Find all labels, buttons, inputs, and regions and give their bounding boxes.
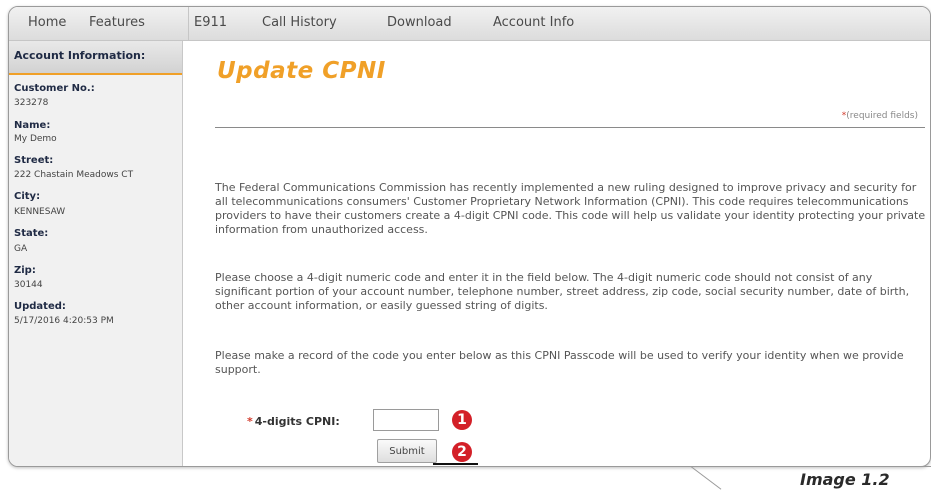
city-label: City: [14, 191, 41, 202]
cpni-required-star: * [247, 415, 253, 428]
customer-no-value: 323278 [14, 98, 49, 108]
caption-slant-line [690, 466, 722, 490]
nav-divider [188, 7, 189, 40]
underline-accent [433, 463, 478, 465]
callout-marker-1: 1 [452, 410, 472, 430]
required-fields-note: *(required fields) [842, 111, 918, 121]
zip-label: Zip: [14, 265, 36, 276]
required-note-text: (required fields) [846, 111, 918, 121]
state-value: GA [14, 244, 28, 254]
nav-features[interactable]: Features [89, 15, 145, 30]
customer-no-label: Customer No.: [14, 83, 95, 94]
nav-download[interactable]: Download [387, 15, 452, 30]
city-value: KENNESAW [14, 207, 66, 217]
app-window: Home Features E911 Call History Download… [8, 6, 931, 467]
page-title: Update CPNI [217, 58, 386, 84]
code-rules-paragraph: Please choose a 4-digit numeric code and… [215, 271, 910, 312]
updated-label: Updated: [14, 301, 66, 312]
fcc-intro-paragraph: The Federal Communications Commission ha… [215, 181, 926, 236]
sidebar-heading: Account Information: [14, 49, 146, 62]
nav-account-info[interactable]: Account Info [493, 15, 574, 30]
nav-e911[interactable]: E911 [194, 15, 227, 30]
callout-marker-2: 2 [452, 442, 472, 462]
name-label: Name: [14, 120, 51, 131]
name-value: My Demo [14, 134, 57, 144]
street-label: Street: [14, 155, 54, 166]
zip-value: 30144 [14, 280, 43, 290]
state-label: State: [14, 228, 49, 239]
figure-caption: Image 1.2 [800, 470, 890, 489]
sidebar-header: Account Information: [9, 41, 182, 75]
submit-button[interactable]: Submit [377, 439, 437, 463]
cpni-label-text: 4-digits CPNI: [254, 415, 340, 428]
cpni-field-label: * 4-digits CPNI: [247, 415, 340, 428]
caption-rule [694, 466, 931, 467]
title-divider [215, 127, 925, 128]
nav-home[interactable]: Home [28, 15, 66, 30]
record-code-paragraph: Please make a record of the code you ent… [215, 349, 904, 376]
updated-value: 5/17/2016 4:20:53 PM [14, 316, 114, 326]
cpni-code-input[interactable] [373, 409, 439, 431]
top-nav: Home Features E911 Call History Download… [9, 7, 930, 41]
street-value: 222 Chastain Meadows CT [14, 170, 134, 180]
nav-call-history[interactable]: Call History [262, 15, 337, 30]
account-sidebar: Account Information: Customer No.: 32327… [9, 41, 183, 466]
